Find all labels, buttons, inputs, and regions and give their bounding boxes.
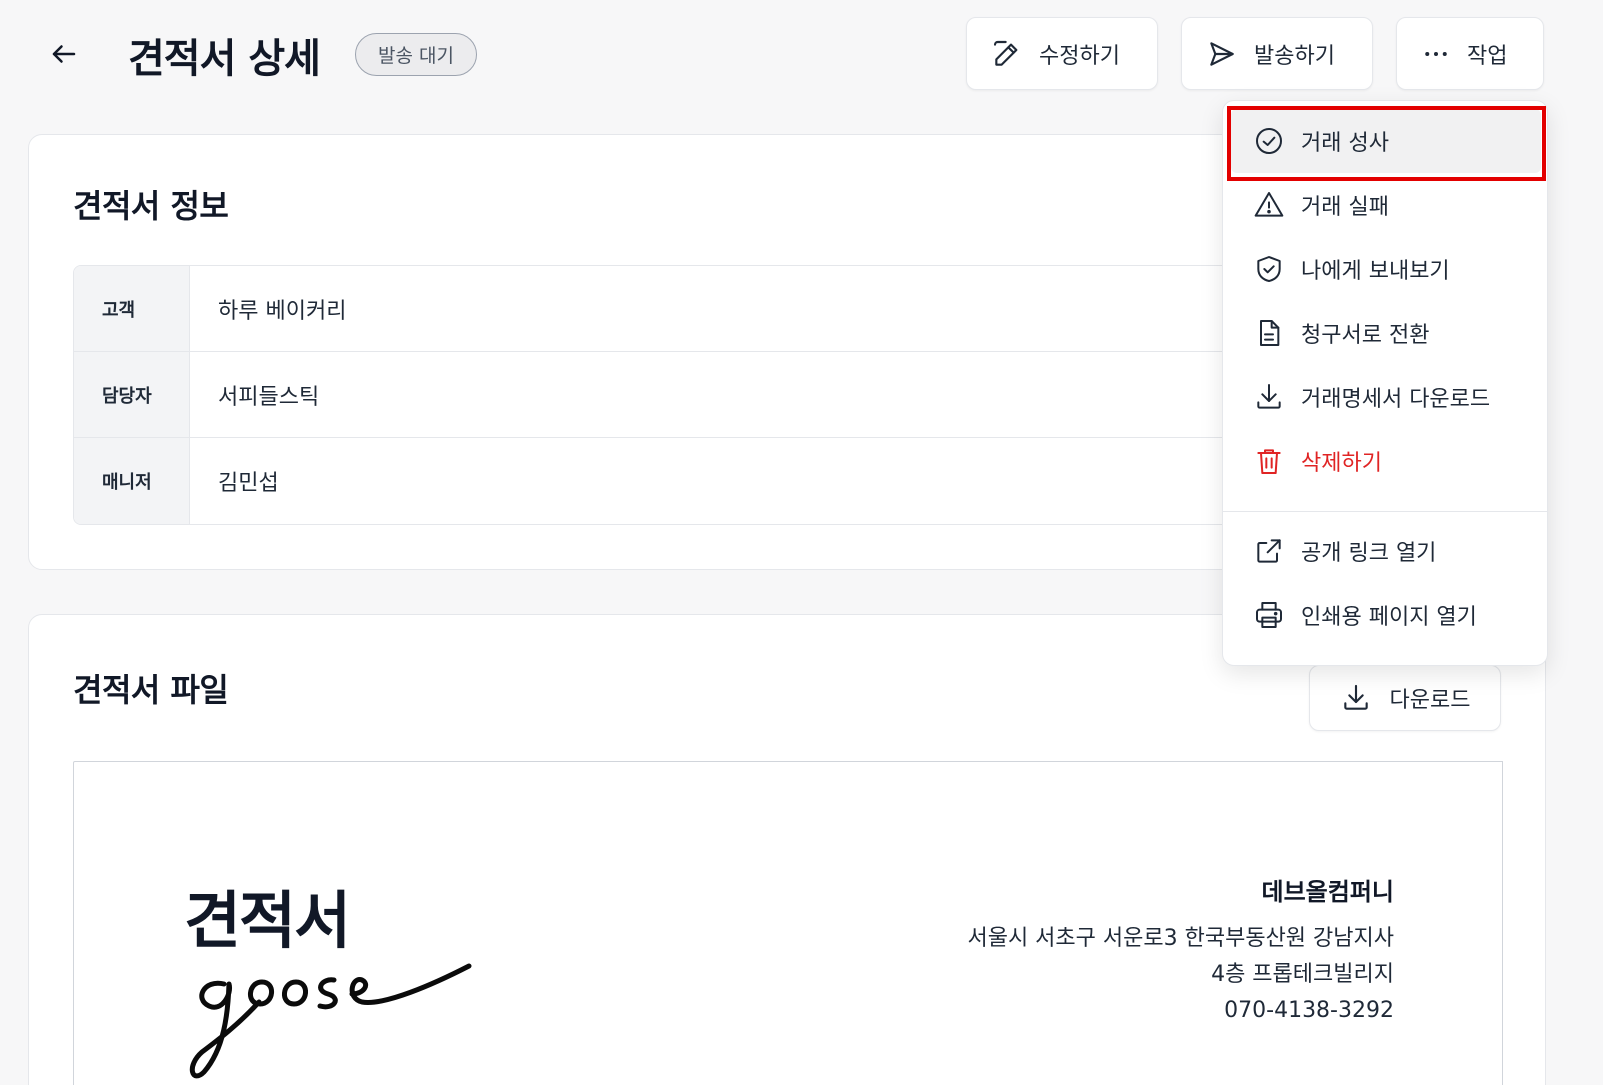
menu-item-convert-invoice[interactable]: 청구서로 전환: [1231, 301, 1541, 365]
quote-file-card: 견적서 파일 다운로드 견적서 데브올컴퍼니 서울시 서초구 서운로3 한국부동…: [28, 614, 1546, 1085]
menu-item-deal-lost[interactable]: 거래 실패: [1231, 173, 1541, 237]
menu-item-label: 청구서로 전환: [1301, 323, 1430, 348]
more-horizontal-icon: [1425, 51, 1447, 56]
menu-item-label: 인쇄용 페이지 열기: [1301, 605, 1477, 630]
info-label: 담당자: [74, 352, 190, 437]
trash-icon: [1257, 449, 1281, 474]
pencil-icon: [993, 40, 1018, 66]
document-heading: 견적서: [184, 884, 351, 957]
download-button-label: 다운로드: [1389, 688, 1471, 713]
file-card-title: 견적서 파일: [73, 671, 229, 709]
page-title: 견적서 상세: [128, 36, 321, 82]
quote-document-preview: 견적서 데브올컴퍼니 서울시 서초구 서운로3 한국부동산원 강남지사 4층 프…: [73, 761, 1503, 1085]
download-icon: [1257, 384, 1281, 409]
actions-button-label: 작업: [1467, 43, 1508, 69]
back-button[interactable]: [44, 34, 84, 74]
menu-item-label: 거래 실패: [1301, 195, 1389, 220]
document-icon: [1260, 320, 1280, 346]
company-address-line1: 서울시 서초구 서운로3 한국부동산원 강남지사: [967, 926, 1394, 951]
edit-button-label: 수정하기: [1039, 43, 1120, 69]
company-phone: 070-4138-3292: [1224, 998, 1394, 1023]
company-address-line2: 4층 프롭테크빌리지: [1211, 962, 1394, 987]
send-button-label: 발송하기: [1254, 43, 1335, 69]
status-badge: 발송 대기: [355, 33, 477, 76]
menu-item-label: 거래명세서 다운로드: [1301, 387, 1491, 412]
menu-item-send-to-me[interactable]: 나에게 보내보기: [1231, 237, 1541, 301]
printer-icon: [1256, 602, 1282, 628]
menu-item-label: 나에게 보내보기: [1301, 259, 1450, 284]
download-icon: [1343, 684, 1368, 710]
menu-divider: [1223, 511, 1547, 512]
arrow-left-icon: [52, 45, 76, 63]
send-button[interactable]: 발송하기: [1181, 17, 1373, 90]
actions-dropdown-menu: 거래 성사 거래 실패 나에게 보내보기 청구서로 전환 거래명세서 다운로드 …: [1222, 100, 1548, 666]
company-name: 데브올컴퍼니: [1261, 878, 1394, 906]
send-icon: [1210, 41, 1234, 66]
menu-item-label: 공개 링크 열기: [1301, 541, 1437, 566]
info-label: 매니저: [74, 438, 190, 524]
info-card-title: 견적서 정보: [73, 187, 229, 225]
company-block: 데브올컴퍼니 서울시 서초구 서운로3 한국부동산원 강남지사 4층 프롭테크빌…: [967, 872, 1394, 1029]
shield-check-icon: [1257, 256, 1281, 282]
info-label: 고객: [74, 266, 190, 351]
external-link-icon: [1257, 539, 1281, 563]
menu-item-open-public-link[interactable]: 공개 링크 열기: [1231, 519, 1541, 583]
menu-item-label: 삭제하기: [1301, 451, 1382, 476]
actions-button[interactable]: 작업: [1396, 17, 1544, 90]
menu-item-label: 거래 성사: [1301, 131, 1389, 156]
menu-item-deal-won[interactable]: 거래 성사: [1231, 109, 1541, 173]
menu-item-download-statement[interactable]: 거래명세서 다운로드: [1231, 365, 1541, 429]
check-circle-icon: [1256, 128, 1282, 154]
menu-item-open-print-page[interactable]: 인쇄용 페이지 열기: [1231, 583, 1541, 647]
menu-item-delete[interactable]: 삭제하기: [1231, 429, 1541, 493]
goose-logo: [189, 963, 472, 1079]
download-button[interactable]: 다운로드: [1309, 665, 1501, 731]
edit-button[interactable]: 수정하기: [966, 17, 1158, 90]
page-header: 견적서 상세 발송 대기 수정하기 발송하기 작업: [0, 0, 1603, 110]
warning-triangle-icon: [1254, 192, 1284, 217]
